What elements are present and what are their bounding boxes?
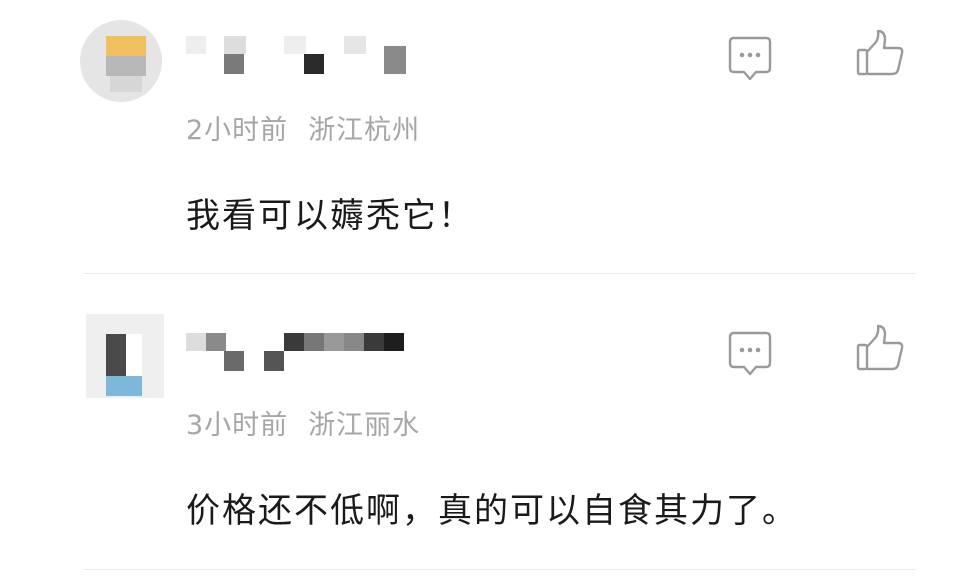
username-blurred[interactable] [186,333,416,373]
avatar-pixel-block [110,76,142,92]
divider [83,273,916,274]
username-blurred[interactable] [186,36,416,76]
divider [83,569,916,570]
avatar-pixel-block [106,376,142,396]
comment-location: 浙江丽水 [308,410,421,441]
comment-text: 我看可以薅秃它！ [186,196,474,236]
avatar-pixel-block [106,56,146,76]
thumbs-up-icon[interactable] [852,321,908,377]
comment-bubble-icon[interactable] [722,30,778,86]
comment-location: 浙江杭州 [308,115,421,146]
comment-time: 3小时前 [186,410,289,441]
comment-item: 2小时前 浙江杭州 我看可以薅秃它！ [0,0,974,274]
avatar[interactable] [80,314,166,400]
comment-bubble-icon[interactable] [722,325,778,381]
avatar-pixel-block [106,334,126,376]
avatar[interactable] [80,20,166,106]
comment-meta: 3小时前 浙江丽水 [186,403,420,442]
comment-meta: 2小时前 浙江杭州 [186,108,420,147]
thumbs-up-icon[interactable] [852,26,908,82]
avatar-pixel-block [106,36,146,56]
comment-time: 2小时前 [186,115,289,146]
comment-text: 价格还不低啊，真的可以自食其力了。 [186,491,798,531]
avatar-pixel-block [126,334,142,376]
comment-item: 3小时前 浙江丽水 价格还不低啊，真的可以自食其力了。 [0,275,974,570]
